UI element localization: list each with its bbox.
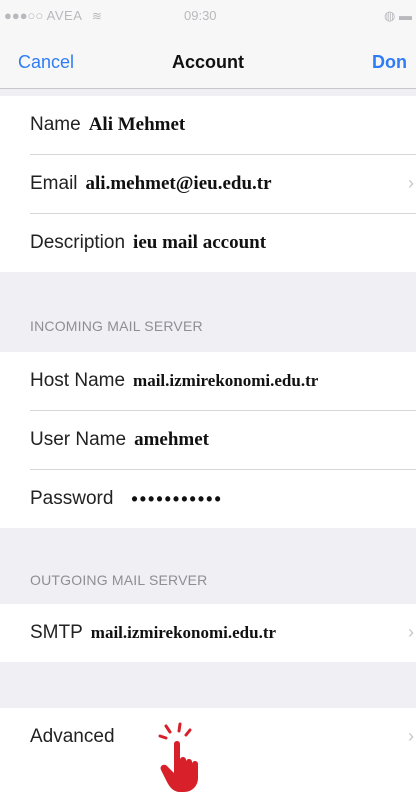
description-row[interactable]: Description ieu mail account xyxy=(30,214,416,272)
incoming-server-header: INCOMING MAIL SERVER xyxy=(30,318,203,334)
user-name-field[interactable]: amehmet xyxy=(134,429,209,451)
status-bar: ●●●○○ AVEA ≋ 09:30 ◍ ▬ xyxy=(0,0,416,40)
account-settings-screen: ●●●○○ AVEA ≋ 09:30 ◍ ▬ Cancel Account Do… xyxy=(0,0,416,795)
password-label: Password xyxy=(30,488,114,509)
status-right-icons: ◍ ▬ xyxy=(384,8,412,24)
carrier-name: AVEA xyxy=(46,8,82,23)
description-label: Description xyxy=(30,232,126,253)
name-field[interactable]: Ali Mehmet xyxy=(89,114,186,136)
carrier-indicator: ●●●○○ AVEA ≋ xyxy=(4,8,102,23)
email-label: Email xyxy=(30,173,78,194)
description-field[interactable]: ieu mail account xyxy=(133,232,266,254)
status-time: 09:30 xyxy=(184,8,217,23)
chevron-right-icon: › xyxy=(408,726,414,746)
incoming-server-group: Host Name mail.izmirekonomi.edu.tr User … xyxy=(0,352,416,528)
account-info-group: Name Ali Mehmet Email ali.mehmet@ieu.edu… xyxy=(0,96,416,272)
chevron-right-icon: › xyxy=(408,173,414,193)
battery-icon: ▬ xyxy=(399,8,412,23)
host-name-field[interactable]: mail.izmirekonomi.edu.tr xyxy=(133,371,318,391)
advanced-label: Advanced xyxy=(30,726,115,747)
user-name-label: User Name xyxy=(30,429,127,450)
name-row[interactable]: Name Ali Mehmet xyxy=(30,96,416,155)
host-name-label: Host Name xyxy=(30,370,126,391)
chevron-right-icon: › xyxy=(408,622,414,642)
outgoing-server-header: OUTGOING MAIL SERVER xyxy=(30,572,208,588)
password-field[interactable]: ••••••••••• xyxy=(131,489,222,510)
email-field[interactable]: ali.mehmet@ieu.edu.tr xyxy=(86,173,272,195)
done-button[interactable]: Don xyxy=(372,52,407,73)
navigation-bar: Cancel Account Don xyxy=(0,40,416,89)
advanced-row[interactable]: Advanced › xyxy=(30,708,416,766)
tap-hand-icon xyxy=(158,722,198,792)
smtp-label: SMTP xyxy=(30,622,83,643)
name-label: Name xyxy=(30,114,81,135)
page-title: Account xyxy=(172,52,244,72)
wifi-icon: ≋ xyxy=(91,9,103,23)
smtp-field[interactable]: mail.izmirekonomi.edu.tr xyxy=(91,623,276,643)
user-name-row[interactable]: User Name amehmet xyxy=(30,411,416,470)
lock-rotation-icon: ◍ xyxy=(384,8,396,23)
outgoing-server-group: SMTP mail.izmirekonomi.edu.tr › xyxy=(0,604,416,662)
password-row[interactable]: Password ••••••••••• xyxy=(30,470,416,528)
email-row[interactable]: Email ali.mehmet@ieu.edu.tr › xyxy=(30,155,416,214)
signal-strength-icon: ●●●○○ xyxy=(4,8,44,23)
smtp-row[interactable]: SMTP mail.izmirekonomi.edu.tr › xyxy=(30,604,416,662)
host-name-row[interactable]: Host Name mail.izmirekonomi.edu.tr xyxy=(30,352,416,411)
